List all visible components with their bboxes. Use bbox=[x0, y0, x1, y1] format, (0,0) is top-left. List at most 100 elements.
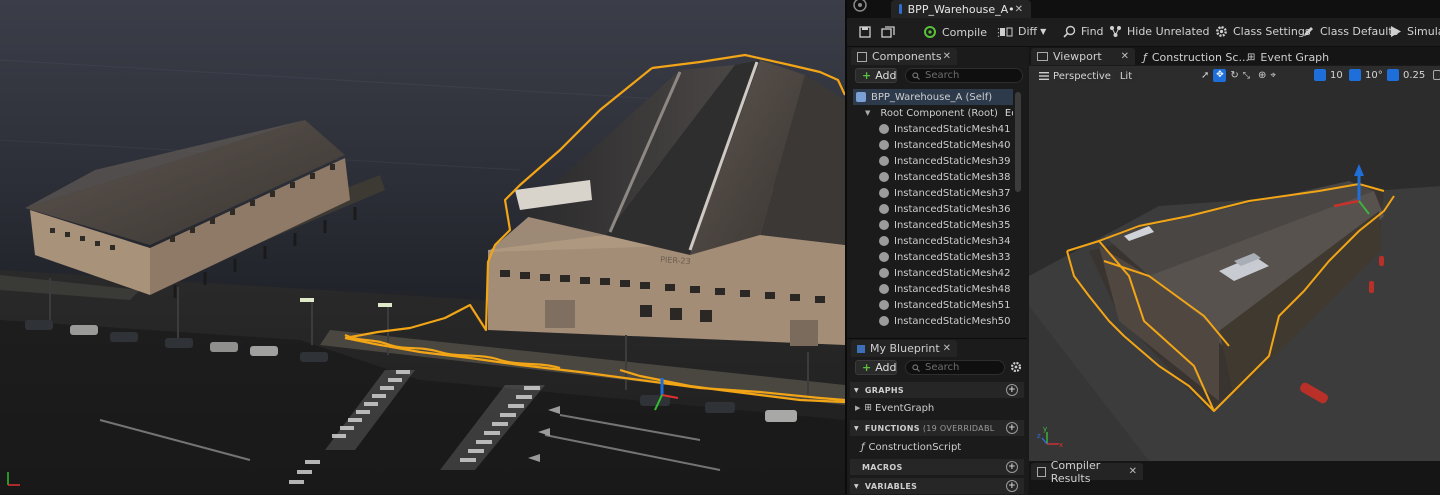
search-icon bbox=[912, 363, 920, 372]
event-graph-label: EventGraph bbox=[874, 402, 935, 414]
hide-unrelated-icon bbox=[1110, 26, 1121, 37]
document-tab-title: BPP_Warehouse_A• bbox=[907, 2, 1015, 16]
static-mesh-icon bbox=[879, 172, 889, 182]
world-space-icon[interactable]: ⊕ bbox=[1258, 70, 1266, 81]
instanced-mesh-label: InstancedStaticMesh33 bbox=[894, 251, 1011, 263]
variables-section-header[interactable]: ▼ VARIABLES + bbox=[850, 478, 1024, 494]
root-edit-in-link[interactable]: Edit in bbox=[1005, 108, 1013, 119]
find-button[interactable]: Find bbox=[1063, 25, 1104, 38]
add-function-icon[interactable]: + bbox=[1006, 422, 1018, 434]
perspective-button[interactable]: Perspective bbox=[1053, 68, 1111, 84]
rotation-snap-value: 10° bbox=[1365, 69, 1383, 81]
functions-section-header[interactable]: ▼ FUNCTIONS (19 OVERRIDABL + bbox=[850, 420, 1024, 436]
class-settings-button[interactable]: Class Settings bbox=[1215, 25, 1311, 38]
class-defaults-button[interactable]: Class Defaults bbox=[1302, 25, 1398, 38]
scale-snap-control[interactable]: 0.25 bbox=[1387, 69, 1425, 81]
macros-section-header[interactable]: MACROS + bbox=[850, 459, 1024, 475]
self-label: BPP_Warehouse_A (Self) bbox=[871, 91, 993, 103]
browse-icon[interactable] bbox=[881, 26, 895, 38]
hide-unrelated-button[interactable]: Hide Unrelated ⋮ bbox=[1109, 25, 1227, 38]
components-tab-close-icon[interactable]: ✕ bbox=[943, 51, 951, 62]
construction-script-tab[interactable]: ƒ Construction Sc... bbox=[1143, 51, 1249, 64]
construction-script-item[interactable]: ƒ ConstructionScript bbox=[861, 439, 961, 455]
my-blueprint-tab[interactable]: My Blueprint ✕ bbox=[851, 340, 957, 357]
components-scrollbar[interactable] bbox=[1015, 92, 1021, 192]
tree-item-instanced-mesh[interactable]: InstancedStaticMesh33 bbox=[853, 249, 1013, 265]
rotation-snap-control[interactable]: 10° bbox=[1349, 69, 1383, 81]
lit-label: Lit bbox=[1119, 70, 1133, 82]
tree-item-instanced-mesh[interactable]: InstancedStaticMesh40 bbox=[853, 137, 1013, 153]
my-blueprint-settings-gear-icon[interactable] bbox=[1010, 361, 1022, 373]
tree-item-instanced-mesh[interactable]: InstancedStaticMesh50 bbox=[853, 313, 1013, 329]
compile-icon bbox=[924, 26, 936, 38]
chevron-down-icon: ▼ bbox=[1040, 27, 1047, 36]
my-blueprint-search-input[interactable]: Search bbox=[905, 360, 1005, 375]
find-label: Find bbox=[1081, 25, 1104, 38]
tree-item-instanced-mesh[interactable]: InstancedStaticMesh41 bbox=[853, 121, 1013, 137]
instanced-mesh-label: InstancedStaticMesh38 bbox=[894, 171, 1011, 183]
scale-icon[interactable]: ⤡ bbox=[1243, 71, 1250, 81]
simulation-button[interactable]: Simulatio bbox=[1390, 25, 1440, 38]
static-mesh-icon bbox=[879, 316, 889, 326]
lit-button[interactable]: Lit bbox=[1115, 68, 1137, 84]
viewport-tab[interactable]: Viewport ✕ bbox=[1031, 48, 1135, 65]
tree-item-instanced-mesh[interactable]: InstancedStaticMesh36 bbox=[853, 201, 1013, 217]
tree-item-instanced-mesh[interactable]: InstancedStaticMesh42 bbox=[853, 265, 1013, 281]
graphs-section-header[interactable]: ▼ GRAPHS + bbox=[850, 382, 1024, 398]
my-blueprint-tab-label: My Blueprint bbox=[870, 342, 940, 355]
select-arrow-icon[interactable]: ➚ bbox=[1201, 70, 1209, 81]
viewport-menu-icon[interactable] bbox=[1037, 69, 1051, 83]
blueprint-document-tab[interactable]: BPP_Warehouse_A• ✕ bbox=[891, 0, 1031, 18]
search-icon bbox=[912, 71, 920, 80]
instanced-mesh-label: InstancedStaticMesh39 bbox=[894, 155, 1011, 167]
unreal-logo-icon[interactable] bbox=[851, 0, 869, 13]
grid-snap-control[interactable]: 10 bbox=[1314, 69, 1343, 81]
document-tab-close-icon[interactable]: ✕ bbox=[1015, 4, 1023, 15]
maximize-viewport-icon[interactable] bbox=[1433, 70, 1440, 80]
my-blueprint-tab-close-icon[interactable]: ✕ bbox=[943, 343, 951, 354]
translate-icon[interactable]: ✥ bbox=[1213, 69, 1227, 82]
diff-label: Diff bbox=[1018, 25, 1038, 38]
construction-script-label: ConstructionScript bbox=[868, 441, 962, 453]
tree-item-instanced-mesh[interactable]: InstancedStaticMesh37 bbox=[853, 185, 1013, 201]
instanced-mesh-label: InstancedStaticMesh34 bbox=[894, 235, 1011, 247]
compiler-results-tab[interactable]: Compiler Results ✕ bbox=[1031, 459, 1143, 485]
components-search-input[interactable]: Search bbox=[905, 68, 1023, 83]
event-graph-item[interactable]: ▶ ⊞ EventGraph bbox=[855, 400, 934, 416]
play-icon bbox=[1391, 26, 1401, 37]
grid-snap-icon bbox=[1314, 69, 1326, 81]
viewport-tab-close-icon[interactable]: ✕ bbox=[1121, 51, 1129, 62]
static-mesh-icon bbox=[879, 140, 889, 150]
level-viewport[interactable]: PIER-23 bbox=[0, 0, 845, 494]
event-graph-tab[interactable]: ⊞ Event Graph bbox=[1247, 51, 1329, 64]
add-variable-icon[interactable]: + bbox=[1006, 480, 1018, 492]
static-mesh-icon bbox=[879, 204, 889, 214]
save-icon[interactable] bbox=[859, 26, 871, 38]
instanced-mesh-label: InstancedStaticMesh48 bbox=[894, 283, 1011, 295]
chevron-down-icon: ▼ bbox=[854, 386, 859, 394]
blueprint-viewport[interactable]: x y z bbox=[1029, 66, 1440, 461]
tree-item-self[interactable]: BPP_Warehouse_A (Self) bbox=[853, 89, 1013, 105]
components-tab[interactable]: Components ✕ bbox=[851, 48, 957, 65]
surface-snap-icon[interactable]: ⌖ bbox=[1270, 70, 1276, 81]
tree-item-instanced-mesh[interactable]: InstancedStaticMesh39 bbox=[853, 153, 1013, 169]
graph-icon: ⊞ bbox=[1247, 52, 1256, 63]
tree-item-instanced-mesh[interactable]: InstancedStaticMesh38 bbox=[853, 169, 1013, 185]
my-blueprint-search-placeholder: Search bbox=[925, 362, 960, 373]
add-graph-icon[interactable]: + bbox=[1006, 384, 1018, 396]
instanced-mesh-label: InstancedStaticMesh50 bbox=[894, 315, 1011, 327]
tree-item-instanced-mesh[interactable]: InstancedStaticMesh35 bbox=[853, 217, 1013, 233]
tree-item-instanced-mesh[interactable]: InstancedStaticMesh34 bbox=[853, 233, 1013, 249]
diff-button[interactable]: Diff ▼ bbox=[999, 25, 1046, 38]
chevron-down-icon: ▼ bbox=[854, 424, 859, 432]
tree-item-root[interactable]: ▼ Root Component (Root) Edit in bbox=[853, 105, 1013, 121]
compiler-results-close-icon[interactable]: ✕ bbox=[1129, 466, 1137, 477]
my-blueprint-add-button[interactable]: + Add bbox=[855, 360, 897, 375]
components-add-button[interactable]: + Add bbox=[855, 68, 897, 83]
rotate-icon[interactable]: ↻ bbox=[1230, 70, 1238, 81]
add-macro-icon[interactable]: + bbox=[1006, 461, 1018, 473]
perspective-label: Perspective bbox=[1053, 70, 1111, 82]
tree-item-instanced-mesh[interactable]: InstancedStaticMesh48 bbox=[853, 281, 1013, 297]
compile-button[interactable]: Compile ⋮ bbox=[923, 25, 1004, 39]
tree-item-instanced-mesh[interactable]: InstancedStaticMesh51 bbox=[853, 297, 1013, 313]
